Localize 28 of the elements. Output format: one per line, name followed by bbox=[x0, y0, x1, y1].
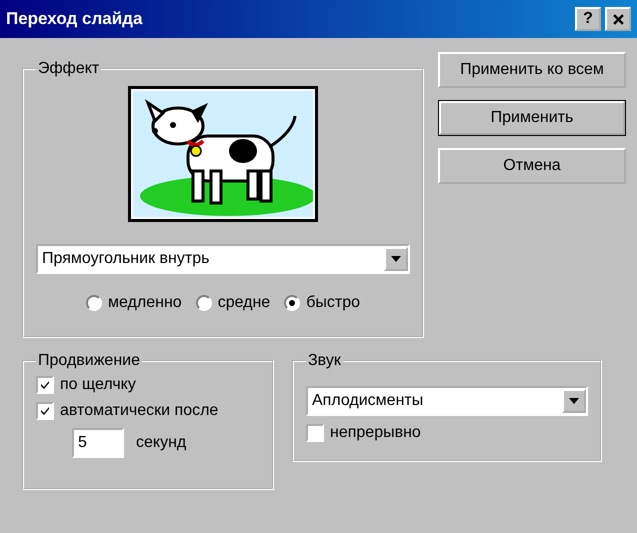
transition-dropdown[interactable]: Прямоугольник внутрь bbox=[36, 244, 410, 274]
checkbox[interactable] bbox=[36, 376, 54, 394]
dialog-button[interactable]: Применить ко всем bbox=[438, 52, 626, 88]
seconds-label: секунд bbox=[136, 434, 186, 452]
radio-label[interactable]: быстро bbox=[306, 294, 360, 312]
checkbox-label[interactable]: непрерывно bbox=[330, 424, 421, 442]
checkbox-label[interactable]: автоматически после bbox=[60, 402, 218, 420]
seconds-field[interactable]: 5 bbox=[72, 428, 124, 458]
radio-button[interactable] bbox=[86, 295, 102, 311]
dialog-button[interactable]: Применить bbox=[438, 100, 626, 136]
radio-label[interactable]: средне bbox=[218, 294, 270, 312]
group-label: Продвижение bbox=[37, 352, 141, 370]
close-icon bbox=[612, 14, 624, 24]
radio-button[interactable] bbox=[196, 295, 212, 311]
help-button[interactable]: ? bbox=[575, 7, 601, 31]
checkbox[interactable] bbox=[36, 402, 54, 420]
sound-dropdown[interactable]: Аплодисменты bbox=[306, 386, 588, 416]
dialog-button[interactable]: Отмена bbox=[438, 148, 626, 184]
group-label: Звук bbox=[307, 352, 342, 370]
group-label: Эффект bbox=[37, 60, 100, 78]
window-title: Переход слайда bbox=[6, 9, 142, 29]
radio-label[interactable]: медленно bbox=[108, 294, 182, 312]
check-mark-icon bbox=[39, 379, 51, 391]
radio-button[interactable] bbox=[284, 295, 300, 311]
checkbox-label[interactable]: по щелчку bbox=[60, 376, 136, 394]
check-mark-icon bbox=[39, 405, 51, 417]
close-button[interactable] bbox=[605, 7, 631, 31]
checkbox[interactable] bbox=[306, 424, 324, 442]
